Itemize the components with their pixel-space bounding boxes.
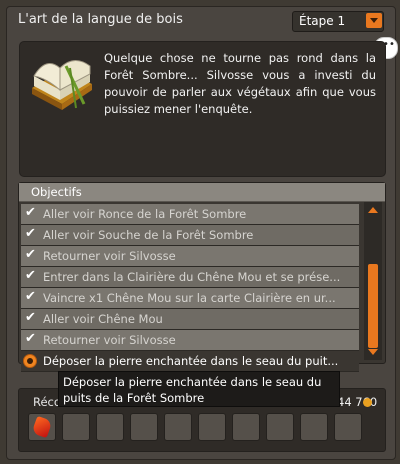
reward-slot[interactable]: [28, 413, 56, 441]
objective-label: Aller voir Ronce de la Forêt Sombre: [43, 207, 247, 221]
reward-slot[interactable]: [334, 413, 362, 441]
objectives-panel: Objectifs ✔ Aller voir Ronce de la Forêt …: [18, 182, 386, 372]
red-gem-icon: [31, 415, 53, 439]
reward-slot[interactable]: [232, 413, 260, 441]
reward-slot[interactable]: [300, 413, 328, 441]
stage-dropdown-label: Étape 1: [299, 14, 346, 28]
reward-slot[interactable]: [62, 413, 90, 441]
objectives-header-label: Objectifs: [31, 185, 82, 199]
objective-row[interactable]: ✔ Retourner voir Silvosse: [21, 330, 359, 351]
objective-label: Entrer dans la Clairière du Chêne Mou et…: [43, 270, 341, 284]
objective-label: Vaincre x1 Chêne Mou sur la carte Clairi…: [43, 291, 336, 305]
checkmark-icon: ✔: [25, 331, 36, 346]
reward-slot[interactable]: [96, 413, 124, 441]
objectives-list: ✔ Aller voir Ronce de la Forêt Sombre ✔ All…: [21, 204, 359, 372]
objective-row[interactable]: ✔ Aller voir Souche de la Forêt Sombre: [21, 225, 359, 246]
objective-label: Retourner voir Silvosse: [43, 333, 176, 347]
objectives-scrollbar[interactable]: [364, 202, 382, 360]
scroll-down-icon[interactable]: [368, 349, 378, 355]
objective-label: Déposer la pierre enchantée dans le seau…: [43, 354, 339, 368]
current-objective-icon: [23, 354, 37, 368]
objective-label: Aller voir Souche de la Forêt Sombre: [43, 228, 254, 242]
scroll-up-icon[interactable]: [368, 207, 378, 213]
reward-slot[interactable]: [198, 413, 226, 441]
rewards-label: Réco: [33, 395, 61, 409]
objective-label: Retourner voir Silvosse: [43, 249, 176, 263]
checkmark-icon: ✔: [25, 289, 36, 304]
stage-dropdown[interactable]: Étape 1: [292, 11, 384, 32]
objective-label: Aller voir Chêne Mou: [43, 312, 163, 326]
checkmark-icon: ✔: [25, 247, 36, 262]
objective-row[interactable]: Déposer la pierre enchantée dans le seau…: [21, 351, 359, 372]
checkmark-icon: ✔: [25, 310, 36, 325]
chevron-down-icon[interactable]: [366, 13, 382, 28]
objective-row[interactable]: ✔ Vaincre x1 Chêne Mou sur la carte Clair…: [21, 288, 359, 309]
scroll-thumb[interactable]: [368, 264, 378, 348]
quest-book-icon: [32, 60, 92, 110]
objectives-header: Objectifs: [19, 183, 385, 202]
objective-row[interactable]: ✔ Aller voir Chêne Mou: [21, 309, 359, 330]
objective-row[interactable]: ✔ Aller voir Ronce de la Forêt Sombre: [21, 204, 359, 225]
objective-row[interactable]: ✔ Retourner voir Silvosse: [21, 246, 359, 267]
quest-title: L'art de la langue de bois: [18, 12, 183, 27]
objective-tooltip: Déposer la pierre enchantée dans le seau…: [58, 371, 340, 407]
reward-slot[interactable]: [164, 413, 192, 441]
kama-icon: [363, 398, 372, 407]
reward-slot[interactable]: [266, 413, 294, 441]
objective-row[interactable]: ✔ Entrer dans la Clairière du Chêne Mou e…: [21, 267, 359, 288]
checkmark-icon: ✔: [25, 226, 36, 241]
checkmark-icon: ✔: [25, 205, 36, 220]
checkmark-icon: ✔: [25, 268, 36, 283]
reward-slot[interactable]: [130, 413, 158, 441]
quest-description-text: Quelque chose ne tourne pas rond dans la…: [104, 51, 376, 116]
quest-description-panel: Quelque chose ne tourne pas rond dans la…: [19, 41, 386, 177]
